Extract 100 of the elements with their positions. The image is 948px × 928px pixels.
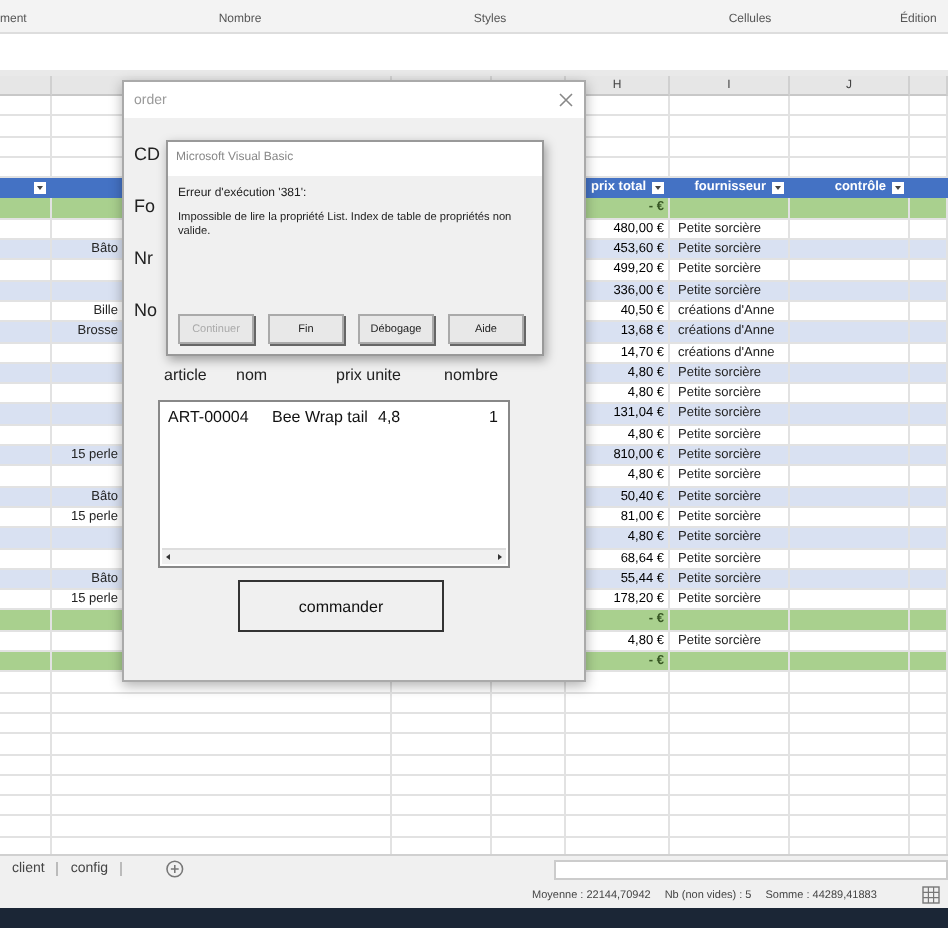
column-label: nombre	[444, 366, 501, 384]
table-cell	[790, 652, 910, 673]
table-cell	[910, 116, 948, 138]
dropdown-icon[interactable]	[772, 181, 784, 194]
table-cell	[392, 693, 492, 714]
table-cell	[790, 672, 910, 694]
table-cell	[492, 775, 566, 797]
table-cell	[566, 713, 670, 735]
table-cell	[790, 528, 910, 550]
normal-view-icon[interactable]	[922, 886, 940, 904]
table-cell	[790, 322, 910, 344]
close-icon[interactable]	[558, 92, 574, 108]
table-cell	[910, 137, 948, 158]
table-cell	[392, 755, 492, 776]
table-cell	[0, 755, 52, 776]
field-label: Fo	[134, 194, 156, 220]
table-cell	[492, 755, 566, 776]
table-cell	[790, 198, 910, 220]
table-cell	[790, 693, 910, 714]
table-cell	[790, 713, 910, 735]
table-cell	[790, 734, 910, 755]
table-cell	[0, 816, 52, 838]
table-cell	[492, 713, 566, 735]
table-cell	[670, 137, 790, 158]
table-cell	[910, 363, 948, 385]
table-cell	[910, 404, 948, 426]
horizontal-scrollbar[interactable]	[553, 859, 948, 879]
table-cell	[392, 775, 492, 797]
table-cell	[566, 775, 670, 797]
table-cell	[910, 446, 948, 467]
table-cell	[670, 652, 790, 673]
table-cell	[0, 775, 52, 797]
table-cell	[910, 487, 948, 508]
order-button[interactable]: commander	[238, 580, 444, 632]
table-cell	[670, 693, 790, 714]
table-cell	[0, 446, 52, 467]
table-cell	[670, 775, 790, 797]
table-cell	[0, 713, 52, 735]
add-sheet-icon[interactable]	[166, 860, 184, 878]
table-cell	[790, 446, 910, 467]
table-cell	[910, 569, 948, 591]
table-cell	[910, 610, 948, 632]
list-cell-text: 4,8	[378, 408, 403, 426]
table-cell	[790, 755, 910, 776]
table-cell	[790, 363, 910, 385]
table-cell	[0, 693, 52, 714]
dropdown-icon[interactable]	[892, 181, 904, 194]
table-cell	[392, 734, 492, 755]
table-cell	[0, 137, 52, 158]
table-cell	[790, 487, 910, 508]
dropdown-icon[interactable]	[34, 181, 46, 194]
list-cell-text: ART-00004	[168, 408, 251, 426]
table-cell	[392, 796, 492, 817]
table-cell	[566, 796, 670, 817]
list-box[interactable]: ART-00004 Bee Wrap tail 4,8 1	[158, 400, 510, 568]
dropdown-icon[interactable]	[652, 181, 664, 194]
table-cell	[910, 96, 948, 117]
table-cell	[0, 322, 52, 344]
field-label: No	[134, 298, 158, 324]
table-cell	[790, 116, 910, 138]
table-cell	[670, 755, 790, 776]
table-cell	[910, 816, 948, 838]
table-cell	[0, 404, 52, 426]
table-cell	[492, 693, 566, 714]
field-label: CD	[134, 142, 160, 168]
column-label: nom	[236, 366, 270, 384]
table-cell	[670, 96, 790, 117]
table-cell	[790, 137, 910, 158]
table-cell	[0, 281, 52, 302]
table-cell	[0, 240, 52, 261]
table-cell	[0, 569, 52, 591]
table-cell	[670, 116, 790, 138]
table-cell	[910, 796, 948, 817]
table-cell	[0, 672, 52, 694]
table-cell	[790, 569, 910, 591]
list-cell-text: Bee Wrap tail	[272, 408, 370, 426]
table-cell	[0, 652, 52, 673]
table-cell	[670, 796, 790, 817]
table-cell	[790, 404, 910, 426]
table-cell	[0, 198, 52, 220]
table-cell	[670, 610, 790, 632]
table-cell	[0, 487, 52, 508]
table-cell	[910, 775, 948, 797]
table-cell	[910, 528, 948, 550]
table-cell	[566, 693, 670, 714]
table-cell	[566, 734, 670, 755]
table-cell	[910, 240, 948, 261]
table-cell	[0, 734, 52, 755]
table-cell	[790, 96, 910, 117]
table-cell	[790, 796, 910, 817]
column-label: prix unite	[336, 366, 403, 384]
table-cell	[0, 610, 52, 632]
scroll-left-icon[interactable]	[162, 550, 174, 564]
table-cell	[670, 672, 790, 694]
list-cell-text: 1	[487, 408, 498, 426]
table-cell	[392, 713, 492, 735]
table-cell	[670, 198, 790, 220]
table-cell	[492, 796, 566, 817]
table-cell	[910, 693, 948, 714]
scroll-right-icon[interactable]	[494, 550, 506, 564]
